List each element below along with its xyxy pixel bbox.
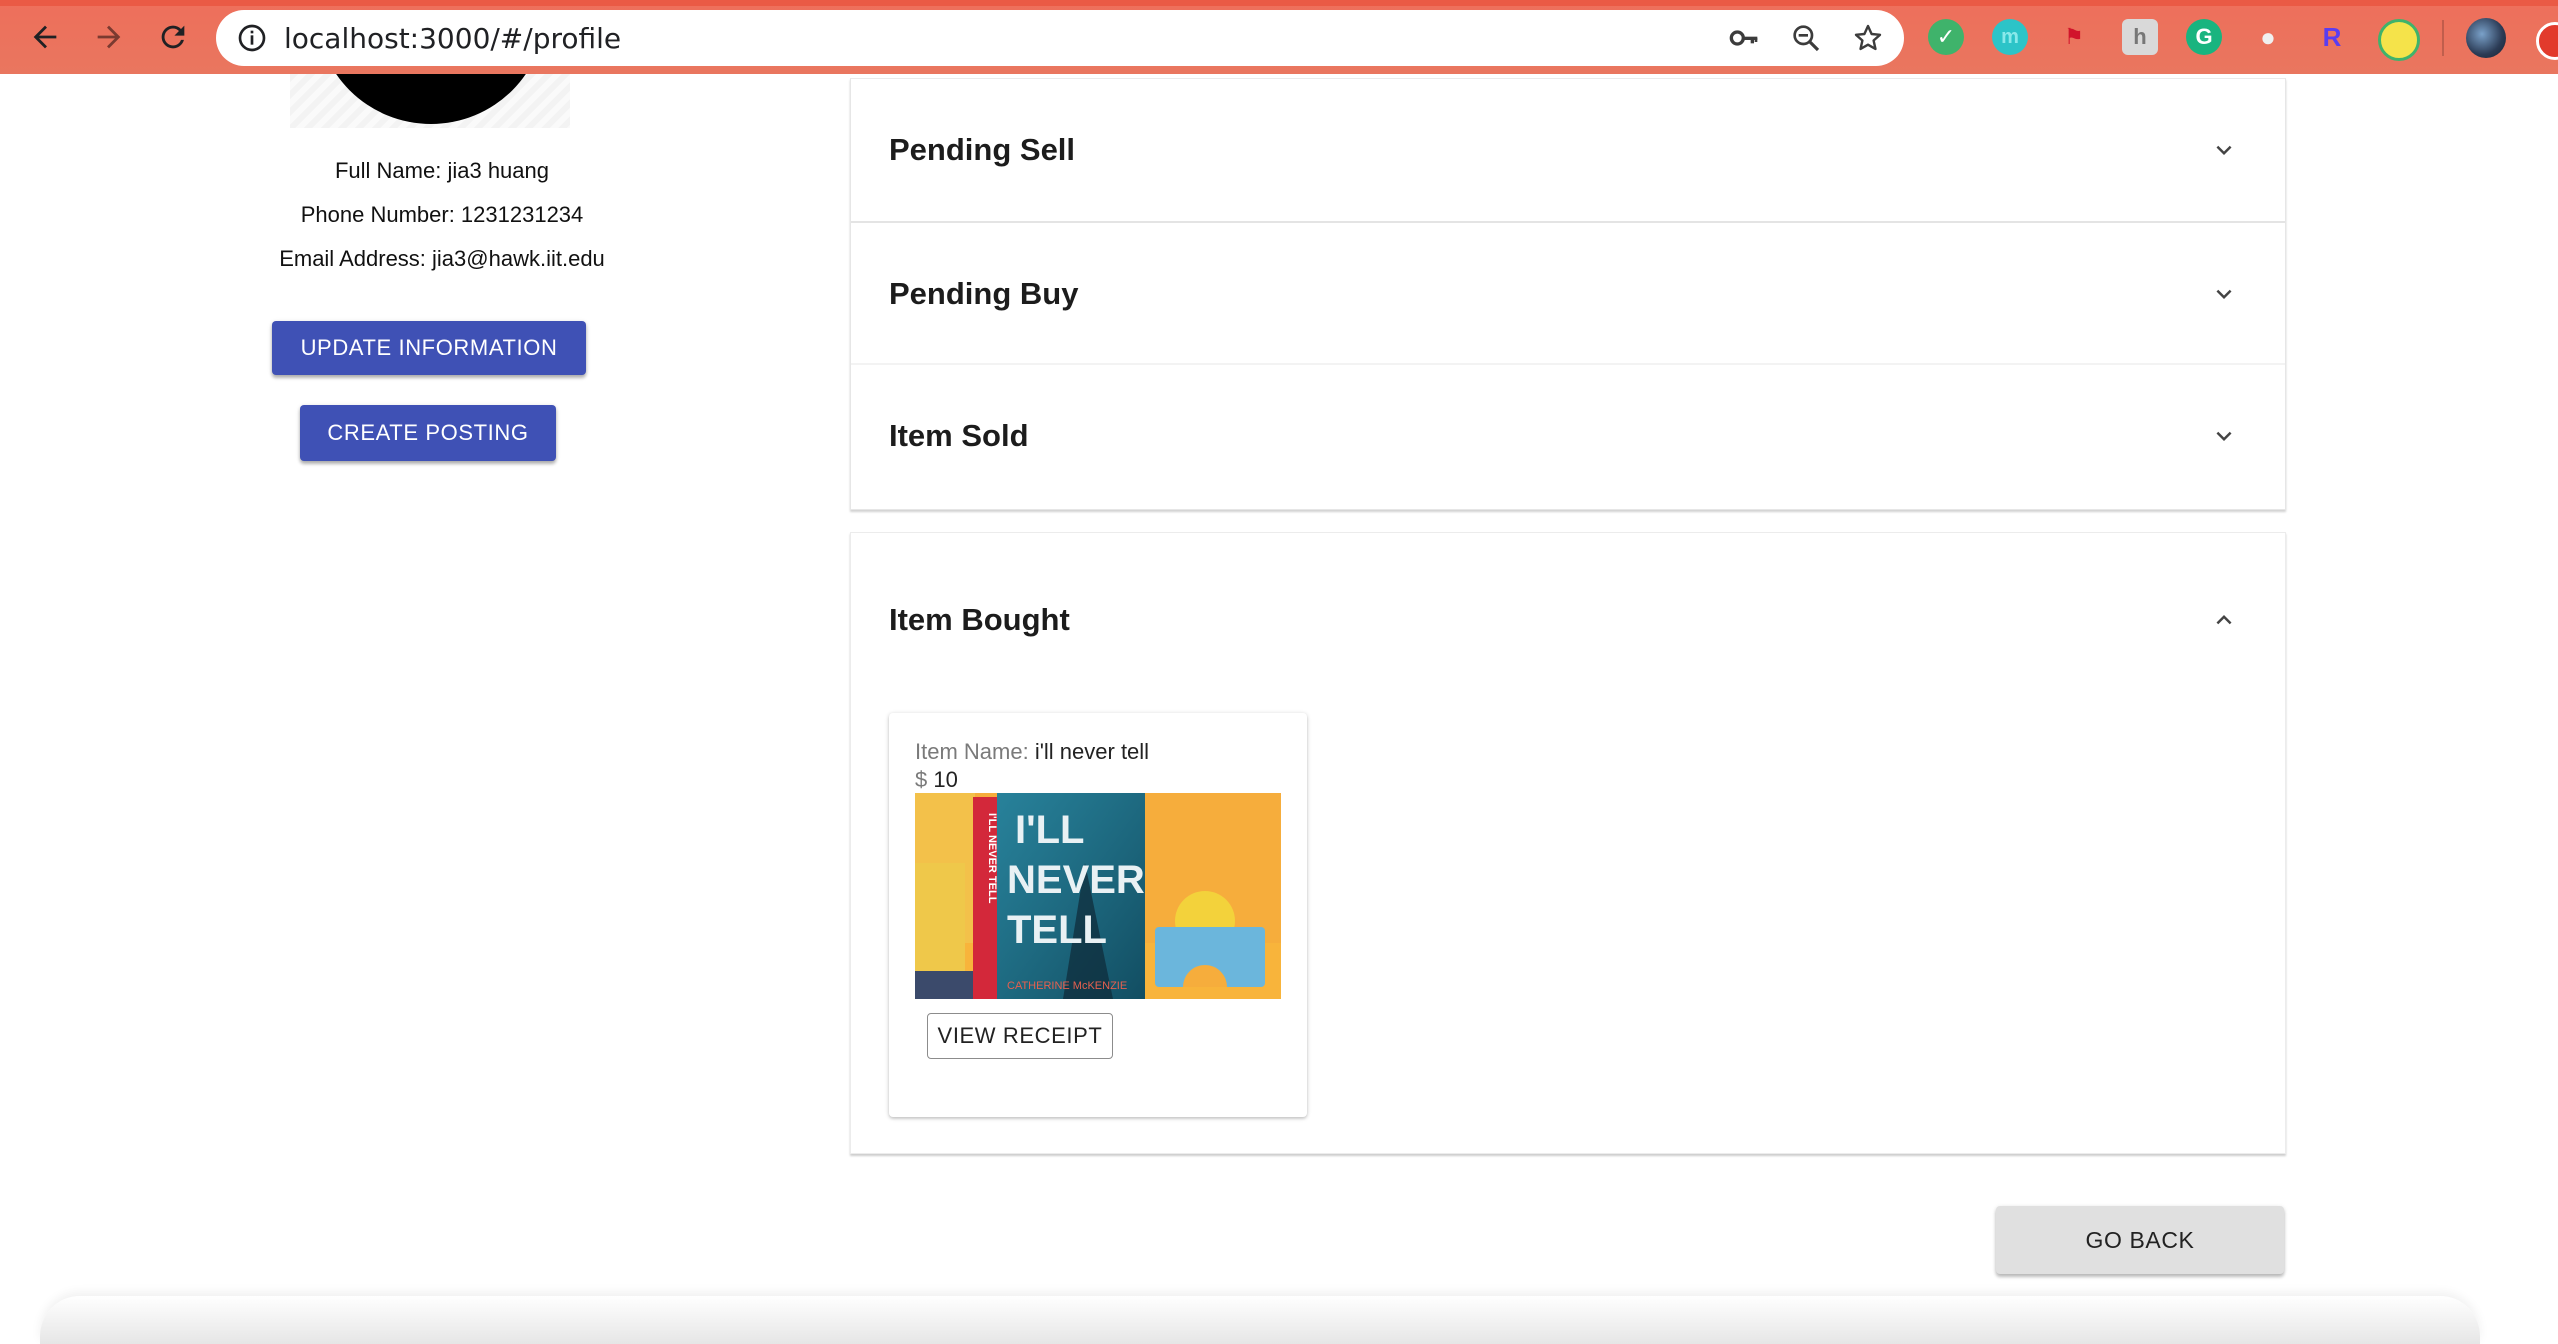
arrow-right-icon [97,25,121,49]
accordion-item-bought: Item Bought Item Name: i'll never tell $… [850,532,2286,1154]
forward-button[interactable] [86,14,132,60]
phone-number-text: Phone Number: 1231231234 [300,202,584,227]
go-back-button[interactable]: GO BACK [1996,1206,2284,1274]
accordion-pending-sell[interactable]: Pending Sell [851,79,2285,221]
update-icon[interactable] [2536,22,2558,60]
item-name-line: Item Name: i'll never tell [915,739,1149,765]
accordion-title: Item Sold [889,418,1029,453]
item-image: I'LL NEVER TELL CATHERINE McKENZIE I'LL … [915,793,1281,999]
info-icon[interactable] [236,22,268,54]
flag-extension-icon[interactable]: ⚑ [2056,19,2092,55]
full-name-text: Full Name: jia3 huang [334,158,549,183]
view-receipt-button[interactable]: VIEW RECEIPT [927,1013,1113,1059]
r-extension-icon[interactable]: R [2314,19,2350,55]
back-button[interactable] [22,14,68,60]
shield-check-extension-icon[interactable]: ✓ [1928,19,1964,55]
chevron-down-icon[interactable] [2209,279,2239,309]
address-bar[interactable]: localhost:3000/#/profile [216,10,1904,66]
wechat-extension-icon[interactable]: ● [2250,19,2286,55]
browser-toolbar: localhost:3000/#/profile ✓ m ⚑ h G ● R [0,0,2558,74]
key-icon[interactable] [1728,22,1760,54]
h-extension-icon[interactable]: h [2122,19,2158,55]
star-icon[interactable] [1852,22,1884,54]
accordion-item-sold[interactable]: Item Sold [851,365,2285,507]
accordion-title: Pending Sell [889,132,1076,167]
item-price-value: 10 [933,767,958,792]
transactions-accordion-group: Pending Sell Pending Buy Item Sold [850,78,2286,510]
bought-item-card: Item Name: i'll never tell $ 10 I'LL NEV… [889,713,1307,1117]
chevron-up-icon[interactable] [2209,605,2239,635]
toolbar-separator [2442,20,2444,56]
update-information-button[interactable]: UPDATE INFORMATION [272,321,586,375]
reload-button[interactable] [150,14,196,60]
zoom-out-icon[interactable] [1790,22,1822,54]
cover-title-line1: I'LL [1015,808,1085,852]
create-posting-button[interactable]: CREATE POSTING [300,405,556,461]
email-address-text: Email Address: jia3@hawk.iit.edu [279,246,605,271]
accordion-item-bought-header[interactable]: Item Bought [851,553,2285,687]
reload-icon [161,25,185,49]
book-cover-illustration: I'LL NEVER TELL CATHERINE McKENZIE I'LL … [915,793,1281,999]
profile-photo [316,74,546,124]
grammarly-extension-icon[interactable]: G [2186,19,2222,55]
chevron-down-icon[interactable] [2209,421,2239,451]
chevron-down-icon[interactable] [2209,135,2239,165]
cover-spine-text: I'LL NEVER TELL [986,813,998,904]
accordion-title: Item Bought [889,602,1070,637]
cover-title-line3: TELL [1007,908,1107,952]
profile-photo-frame [290,74,570,128]
item-price-line: $ 10 [915,767,958,793]
item-name-value: i'll never tell [1034,739,1150,764]
cover-title-line2: NEVER [1007,858,1145,902]
m-extension-icon[interactable]: m [1992,19,2028,55]
profile-avatar-icon[interactable] [2466,18,2506,58]
currency-symbol: $ [915,767,928,792]
accordion-pending-buy[interactable]: Pending Buy [851,223,2285,365]
arrow-left-icon [33,25,57,49]
url-text[interactable]: localhost:3000/#/profile [284,22,621,55]
item-name-label: Item Name: [915,739,1029,764]
cover-author: CATHERINE McKENZIE [1007,980,1127,992]
accordion-title: Pending Buy [889,276,1079,311]
circle-extension-icon[interactable] [2378,19,2420,61]
page-bottom-panel [40,1296,2480,1344]
tab-strip-edge [0,0,2558,6]
